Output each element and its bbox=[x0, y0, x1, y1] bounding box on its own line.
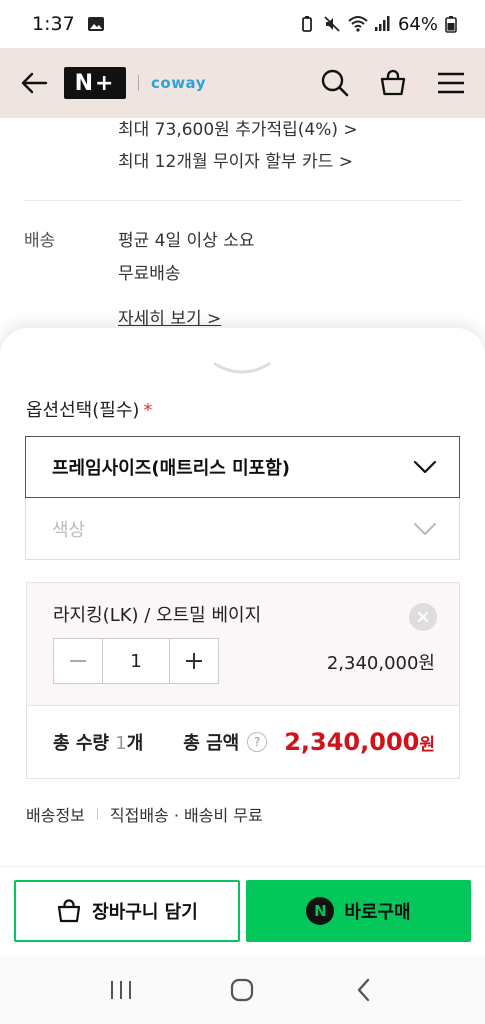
back-arrow-icon bbox=[21, 72, 48, 94]
delivery-details-link[interactable]: 자세히 보기 > bbox=[118, 304, 221, 329]
collapse-sheet-handle[interactable] bbox=[212, 360, 272, 382]
quantity-input[interactable]: 1 bbox=[102, 639, 170, 683]
installment-card-link[interactable]: 최대 12개월 무이자 할부 카드 > bbox=[118, 147, 353, 172]
system-back-button[interactable] bbox=[344, 970, 384, 1010]
selected-option-price: 2,340,000원 bbox=[326, 653, 435, 674]
total-quantity-label: 총 수량 bbox=[53, 732, 109, 754]
back-chevron-icon bbox=[357, 978, 370, 1002]
total-amount-value: 2,340,000 bbox=[284, 727, 420, 756]
search-icon bbox=[321, 69, 349, 97]
total-amount-label: 총 금액 bbox=[183, 732, 240, 754]
option-title: 옵션선택(필수) * bbox=[26, 396, 152, 422]
buy-now-label: 바로구매 bbox=[344, 902, 411, 923]
shipping-info-value: 직접배송 · 배송비 무료 bbox=[109, 806, 263, 825]
delivery-time: 평균 4일 이상 소요 bbox=[118, 231, 255, 251]
shipping-info: 배송정보 직접배송 · 배송비 무료 bbox=[26, 802, 263, 826]
help-icon[interactable]: ? bbox=[247, 731, 268, 752]
signal-icon bbox=[373, 15, 391, 33]
frame-size-select[interactable]: 프레임사이즈(매트리스 미포함) bbox=[25, 436, 460, 498]
shopping-bag-icon bbox=[58, 899, 81, 923]
purchase-footer: 장바구니 담기 N 바로구매 bbox=[0, 866, 485, 956]
chevron-down-icon bbox=[213, 362, 271, 374]
section-divider bbox=[24, 200, 462, 201]
add-to-cart-label: 장바구니 담기 bbox=[92, 902, 198, 923]
required-mark: * bbox=[143, 400, 153, 421]
naver-plus-logo[interactable]: N+ bbox=[64, 67, 126, 99]
color-select-placeholder: 색상 bbox=[52, 519, 86, 541]
brand-name[interactable]: coway bbox=[151, 74, 206, 92]
frame-size-select-value: 프레임사이즈(매트리스 미포함) bbox=[52, 458, 290, 479]
minus-icon bbox=[70, 660, 86, 662]
shipping-info-label: 배송정보 bbox=[26, 806, 85, 825]
system-navigation-bar bbox=[0, 956, 485, 1024]
delivery-fee: 무료배송 bbox=[118, 264, 181, 284]
plus-icon bbox=[186, 653, 202, 669]
chevron-down-icon bbox=[413, 460, 437, 474]
gallery-notification-icon bbox=[87, 15, 105, 33]
color-select[interactable]: 색상 bbox=[25, 498, 460, 560]
add-to-cart-button[interactable]: 장바구니 담기 bbox=[14, 880, 240, 942]
app-header: N+ coway bbox=[0, 48, 485, 118]
order-totals: 총 수량 1개 총 금액 ? 2,340,000원 bbox=[26, 705, 460, 779]
menu-button[interactable] bbox=[435, 67, 467, 99]
total-amount-label-group: 총 금액 ? bbox=[183, 729, 268, 755]
mute-icon bbox=[323, 15, 341, 33]
home-icon bbox=[231, 978, 254, 1002]
close-icon bbox=[418, 612, 428, 622]
total-quantity-unit: 개 bbox=[126, 732, 144, 754]
status-time: 1:37 bbox=[32, 13, 75, 35]
battery-percent: 64% bbox=[397, 13, 438, 35]
hamburger-menu-icon bbox=[438, 72, 464, 94]
recent-apps-button[interactable] bbox=[101, 970, 141, 1010]
naver-pay-badge-icon: N bbox=[306, 897, 335, 925]
cart-button[interactable] bbox=[377, 67, 409, 99]
option-title-text: 옵션선택(필수) bbox=[26, 400, 140, 421]
search-button[interactable] bbox=[319, 67, 351, 99]
status-bar: 1:37 64% bbox=[0, 0, 485, 48]
quantity-decrease-button[interactable] bbox=[54, 639, 102, 683]
back-button[interactable] bbox=[18, 67, 50, 99]
selected-option-item: 라지킹(LK) / 오트밀 베이지 1 2,340,000원 bbox=[26, 582, 460, 706]
home-button[interactable] bbox=[222, 970, 262, 1010]
shopping-bag-icon bbox=[380, 69, 406, 96]
wifi-icon bbox=[348, 15, 368, 33]
quantity-increase-button[interactable] bbox=[170, 639, 218, 683]
quantity-stepper: 1 bbox=[53, 638, 219, 684]
option-bottom-sheet: 옵션선택(필수) * 프레임사이즈(매트리스 미포함) 색상 라지킹(LK) / … bbox=[0, 328, 485, 868]
delivery-label: 배송 bbox=[24, 231, 56, 251]
chevron-down-icon bbox=[414, 522, 436, 535]
selected-option-name: 라지킹(LK) / 오트밀 베이지 bbox=[53, 605, 262, 626]
remove-option-button[interactable] bbox=[409, 603, 437, 631]
recent-apps-icon bbox=[110, 981, 131, 999]
logo-divider bbox=[138, 75, 139, 91]
total-amount-unit: 원 bbox=[419, 734, 435, 755]
battery-icon bbox=[445, 15, 463, 33]
shipping-info-divider bbox=[96, 808, 98, 820]
total-quantity-value: 1 bbox=[115, 732, 127, 754]
point-benefit-link[interactable]: 최대 73,600원 추가적립(4%) > bbox=[118, 115, 358, 140]
battery-saver-icon bbox=[298, 15, 316, 33]
total-quantity: 총 수량 1개 bbox=[53, 729, 143, 755]
total-amount: 2,340,000원 bbox=[284, 728, 435, 756]
buy-now-button[interactable]: N 바로구매 bbox=[246, 880, 471, 942]
